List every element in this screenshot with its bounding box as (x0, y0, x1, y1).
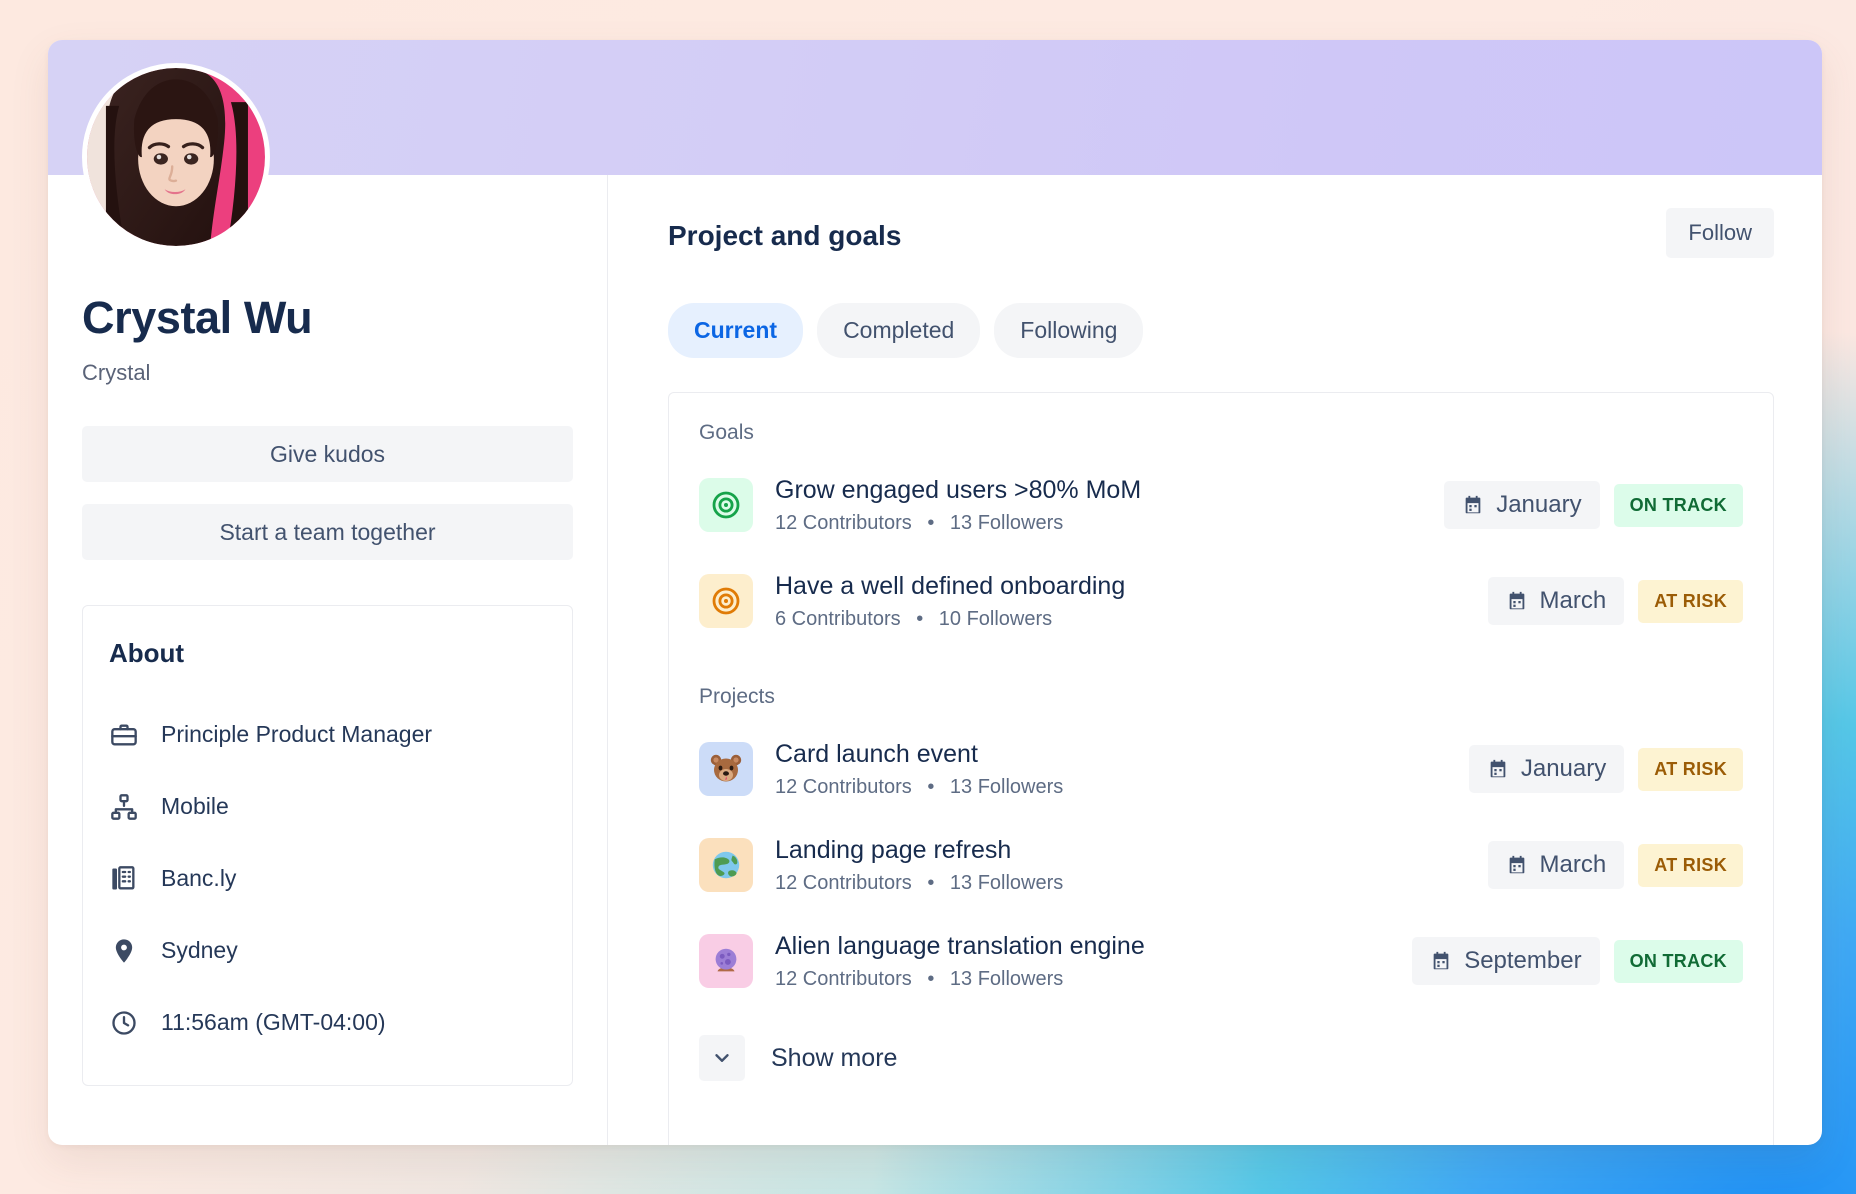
row-meta: 12 Contributors • 13 Followers (775, 872, 1488, 895)
row-title: Alien language translation engine (775, 932, 1145, 961)
tab-completed[interactable]: Completed (817, 303, 981, 358)
row-title: Landing page refresh (775, 836, 1012, 865)
main-header: Project and goals Follow (668, 208, 1774, 258)
contributors-count: 12 Contributors (775, 511, 912, 534)
status-badge: AT RISK (1638, 843, 1743, 887)
tab-bar: Current Completed Following (668, 303, 1774, 358)
about-item-location: Sydney (109, 915, 546, 987)
table-row[interactable]: Grow engaged users >80% MoM 12 Contribut… (699, 457, 1743, 553)
due-date-pill[interactable]: March (1487, 577, 1625, 625)
about-item-role: Principle Product Manager (109, 699, 546, 771)
meta-separator: • (927, 511, 935, 534)
about-item-label: 11:56am (GMT-04:00) (161, 1009, 386, 1035)
contributors-count: 12 Contributors (775, 967, 912, 990)
show-more-label: Show more (771, 1043, 898, 1072)
briefcase-icon (109, 720, 139, 750)
give-kudos-button[interactable]: Give kudos (82, 425, 573, 482)
status-badge: ON TRACK (1613, 483, 1743, 527)
contributors-count: 12 Contributors (775, 775, 912, 798)
calendar-icon (1509, 855, 1524, 874)
tab-current[interactable]: Current (668, 303, 804, 358)
about-item-company: Banc.ly (109, 843, 546, 915)
contributors-count: 12 Contributors (775, 871, 912, 894)
profile-handle: Crystal (82, 359, 151, 385)
row-title: Have a well defined onboarding (775, 572, 1126, 601)
due-date-label: January (1520, 755, 1607, 782)
table-row[interactable]: Have a well defined onboarding 6 Contrib… (699, 553, 1743, 649)
tab-following[interactable]: Following (994, 303, 1144, 358)
target-icon-green (699, 478, 753, 532)
row-title: Grow engaged users >80% MoM (775, 476, 1142, 505)
followers-count: 10 Followers (938, 607, 1053, 630)
followers-count: 13 Followers (949, 871, 1064, 894)
due-date-pill[interactable]: September (1412, 937, 1600, 985)
start-team-button[interactable]: Start a team together (82, 503, 573, 560)
due-date-label: March (1539, 587, 1607, 614)
main-content: Project and goals Follow Current Complet… (608, 175, 1822, 1145)
calendar-icon (1490, 759, 1506, 778)
followers-count: 13 Followers (949, 775, 1064, 798)
target-icon-orange (699, 574, 753, 628)
row-meta: 12 Contributors • 13 Followers (775, 968, 1412, 991)
status-badge: AT RISK (1638, 747, 1743, 791)
due-date-pill[interactable]: January (1444, 481, 1600, 529)
table-row[interactable]: Card launch event 12 Contributors • 13 F… (699, 721, 1743, 817)
globe-icon (699, 838, 753, 892)
avatar[interactable] (82, 63, 270, 251)
calendar-icon (1465, 495, 1481, 514)
due-date-label: January (1496, 491, 1582, 518)
row-meta: 12 Contributors • 13 Followers (775, 776, 1469, 799)
goals-projects-card: Goals Grow engaged users >80% MoM 12 Con… (668, 392, 1774, 1145)
building-icon (109, 864, 139, 894)
status-badge: AT RISK (1638, 579, 1743, 623)
row-meta: 12 Contributors • 13 Followers (775, 512, 1444, 535)
meta-separator: • (916, 607, 924, 630)
chevron-down-icon (699, 1035, 745, 1081)
page-title: Crystal Wu (82, 292, 313, 343)
org-chart-icon (109, 792, 139, 822)
about-item-label: Banc.ly (161, 865, 237, 891)
section-label-goals: Goals (699, 421, 754, 444)
about-item-team: Mobile (109, 771, 546, 843)
follow-button[interactable]: Follow (1666, 208, 1774, 258)
followers-count: 13 Followers (949, 511, 1064, 534)
profile-banner (48, 40, 1822, 175)
table-row[interactable]: Landing page refresh 12 Contributors • 1… (699, 817, 1743, 913)
meta-separator: • (927, 775, 935, 798)
about-card: About Principle Product Manager Mobile B… (82, 604, 573, 1086)
meta-separator: • (927, 967, 935, 990)
due-date-label: September (1464, 947, 1582, 974)
crystal-ball-icon (699, 934, 753, 988)
due-date-pill[interactable]: January (1468, 745, 1625, 793)
row-meta: 6 Contributors • 10 Followers (775, 608, 1488, 631)
profile-sidebar: Crystal Wu Crystal Give kudos Start a te… (48, 63, 608, 1145)
status-badge: ON TRACK (1613, 939, 1743, 983)
avatar-photo (87, 68, 265, 246)
clock-icon (109, 1008, 139, 1038)
about-item-label: Mobile (161, 793, 229, 819)
section-label-projects: Projects (699, 685, 775, 708)
section-title: Project and goals (668, 220, 902, 251)
row-title: Card launch event (775, 740, 978, 769)
location-pin-icon (109, 936, 139, 966)
table-row[interactable]: Alien language translation engine 12 Con… (699, 913, 1743, 1009)
due-date-pill[interactable]: March (1487, 841, 1625, 889)
profile-window: Crystal Wu Crystal Give kudos Start a te… (48, 40, 1822, 1145)
due-date-label: March (1539, 851, 1607, 878)
show-more-button[interactable]: Show more (699, 1035, 897, 1081)
about-item-localtime: 11:56am (GMT-04:00) (109, 987, 546, 1059)
calendar-icon (1509, 591, 1524, 610)
about-title: About (109, 637, 185, 668)
meta-separator: • (927, 871, 935, 894)
followers-count: 13 Followers (949, 967, 1064, 990)
about-item-label: Principle Product Manager (161, 721, 433, 747)
contributors-count: 6 Contributors (775, 607, 901, 630)
about-item-label: Sydney (161, 937, 238, 963)
bear-face-icon (699, 742, 753, 796)
profile-body: Crystal Wu Crystal Give kudos Start a te… (48, 63, 1822, 1145)
calendar-icon (1433, 951, 1449, 970)
